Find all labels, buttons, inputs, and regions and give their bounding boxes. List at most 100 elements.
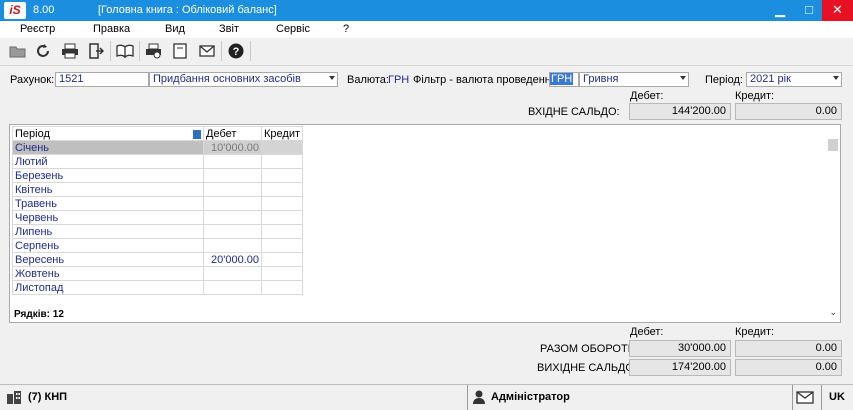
currency-label: Валюта: xyxy=(347,74,389,86)
status-bar: (7) КНП Адміністратор UK xyxy=(0,384,853,410)
credit-cell xyxy=(260,168,304,183)
maximize-button[interactable]: □ xyxy=(795,0,823,21)
turnover-label: РАЗОМ ОБОРОТИ: xyxy=(540,343,639,355)
close-button[interactable]: ✕ xyxy=(822,0,853,21)
debit-cell xyxy=(203,210,262,225)
window-title: [Головна книга : Обліковий баланс] xyxy=(98,4,277,16)
credit-cell xyxy=(260,266,304,281)
debit-cell xyxy=(203,238,262,253)
mail-icon[interactable] xyxy=(195,40,219,62)
credit-cell xyxy=(260,210,304,225)
refresh-icon[interactable] xyxy=(31,40,55,62)
folder-open-icon[interactable] xyxy=(6,40,30,62)
menu-service[interactable]: Сервіс xyxy=(276,23,310,35)
status-separator xyxy=(792,385,793,410)
scroll-down-icon[interactable]: ⌄ xyxy=(829,307,837,318)
chevron-down-icon[interactable] xyxy=(680,76,686,80)
table-row[interactable]: Липень xyxy=(12,224,304,239)
chevron-down-icon[interactable] xyxy=(833,76,839,80)
rows-count: Рядків: 12 xyxy=(14,309,64,320)
filter-currency-name-field[interactable]: Гривня xyxy=(579,72,689,87)
print-preview-icon[interactable] xyxy=(142,40,166,62)
menu-view[interactable]: Вид xyxy=(165,23,185,35)
table-row[interactable]: Жовтень xyxy=(12,266,304,281)
svg-text:?: ? xyxy=(233,46,240,58)
table-row[interactable]: Лютий xyxy=(12,154,304,169)
closing-debit-value: 174'200.00 xyxy=(629,359,731,376)
period-field[interactable]: 2021 рік xyxy=(746,72,842,87)
debit-cell xyxy=(203,182,262,197)
period-cell: Січень xyxy=(12,140,204,155)
period-text: 2021 рік xyxy=(750,73,791,85)
mail-icon[interactable] xyxy=(796,391,814,407)
credit-cell xyxy=(260,154,304,169)
menu-edit[interactable]: Правка xyxy=(93,23,130,35)
toolbar-separator xyxy=(221,41,222,61)
period-cell: Травень xyxy=(12,196,204,211)
status-separator xyxy=(467,385,468,410)
opening-credit-header: Кредит: xyxy=(735,90,775,102)
account-code-field[interactable]: 1521 xyxy=(55,72,149,87)
minimize-button[interactable]: ▁ xyxy=(766,0,794,21)
column-header-period-label: Період xyxy=(15,127,50,140)
print-icon[interactable] xyxy=(58,40,82,62)
debit-cell: 10'000.00 xyxy=(203,140,262,155)
table-row[interactable]: Квітень xyxy=(12,182,304,197)
status-separator xyxy=(821,385,822,410)
company-status[interactable]: (7) КНП xyxy=(28,391,67,403)
opening-debit-header: Дебет: xyxy=(630,90,664,102)
currency-value: ГРН xyxy=(388,74,410,86)
period-cell: Вересень xyxy=(12,252,204,267)
table-row[interactable]: Травень xyxy=(12,196,304,211)
book-icon[interactable] xyxy=(113,40,137,62)
filter-icon[interactable] xyxy=(193,129,201,139)
user-status[interactable]: Адміністратор xyxy=(491,391,570,403)
period-cell: Жовтень xyxy=(12,266,204,281)
table-row[interactable]: Січень 10'000.00 xyxy=(12,140,304,155)
filter-currency-label: Фільтр - валюта проведення: xyxy=(413,74,560,86)
totals-credit-header: Кредит: xyxy=(735,326,775,338)
toolbar-separator xyxy=(110,41,111,61)
periods-grid: Період Дебет Кредит Січень 10'000.00 Люти… xyxy=(9,124,841,323)
debit-cell xyxy=(203,196,262,211)
column-header-period[interactable]: Період xyxy=(12,126,204,141)
table-row[interactable]: Червень xyxy=(12,210,304,225)
vertical-scrollbar-thumb[interactable] xyxy=(828,139,838,151)
menu-report[interactable]: Звіт xyxy=(219,23,239,35)
menu-registry[interactable]: Реєстр xyxy=(20,23,55,35)
period-cell: Листопад xyxy=(12,280,204,295)
table-row[interactable]: Березень xyxy=(12,168,304,183)
help-icon[interactable]: ? xyxy=(224,40,248,62)
app-version: 8.00 xyxy=(33,4,55,16)
language-indicator[interactable]: UK xyxy=(829,391,845,403)
period-cell: Березень xyxy=(12,168,204,183)
filter-currency-code-text: ГРН xyxy=(550,73,574,85)
chevron-down-icon[interactable] xyxy=(329,76,335,80)
account-name-text: Придбання основних засобів xyxy=(153,73,301,85)
exit-icon[interactable] xyxy=(84,40,108,62)
account-name-field[interactable]: Придбання основних засобів xyxy=(149,72,338,87)
turnover-debit-value: 30'000.00 xyxy=(629,340,731,357)
period-label: Період: xyxy=(705,74,743,86)
toolbar-separator xyxy=(250,41,251,61)
opening-debit-value: 144'200.00 xyxy=(629,103,731,120)
closing-credit-value: 0.00 xyxy=(735,359,842,376)
credit-cell xyxy=(260,140,304,155)
app-logo: iS xyxy=(4,2,26,19)
debit-cell xyxy=(203,154,262,169)
table-row[interactable]: Вересень 20'000.00 xyxy=(12,252,304,267)
document-icon[interactable] xyxy=(168,40,192,62)
menu-help[interactable]: ? xyxy=(343,23,349,35)
credit-cell xyxy=(260,238,304,253)
toolbar: ? xyxy=(0,38,853,66)
table-row[interactable]: Листопад xyxy=(12,280,304,295)
turnover-credit-value: 0.00 xyxy=(735,340,842,357)
table-row[interactable]: Серпень xyxy=(12,238,304,253)
column-header-debit[interactable]: Дебет xyxy=(203,126,262,141)
period-cell: Червень xyxy=(12,210,204,225)
filter-currency-code-field[interactable]: ГРН xyxy=(549,72,579,87)
credit-cell xyxy=(260,196,304,211)
credit-cell xyxy=(260,280,304,295)
column-header-credit[interactable]: Кредит xyxy=(260,126,304,141)
debit-cell xyxy=(203,266,262,281)
